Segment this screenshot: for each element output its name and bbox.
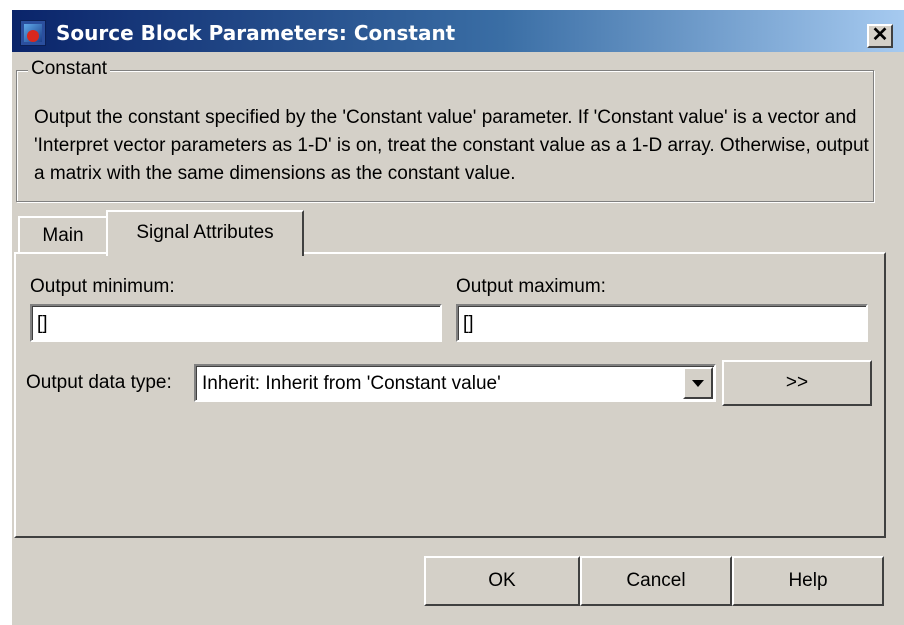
window-title: Source Block Parameters: Constant (56, 21, 456, 45)
dropdown-button[interactable] (683, 367, 713, 399)
simulink-block-icon (20, 20, 46, 46)
block-description: Output the constant specified by the 'Co… (34, 107, 869, 184)
ok-button[interactable]: OK (424, 556, 580, 606)
tab-signal-attributes-label: Signal Attributes (136, 222, 274, 243)
output-maximum-label: Output maximum: (456, 276, 606, 297)
close-button[interactable]: ✕ (867, 24, 893, 48)
output-data-type-select[interactable]: Inherit: Inherit from 'Constant value' (194, 364, 716, 402)
output-minimum-field[interactable]: [] (30, 304, 442, 342)
icon-dot (27, 30, 39, 42)
tab-signal-attributes[interactable]: Signal Attributes (106, 210, 304, 256)
help-button[interactable]: Help (732, 556, 884, 606)
group-title: Constant (28, 58, 111, 80)
chevron-down-icon (692, 380, 704, 387)
title-bar[interactable]: Source Block Parameters: Constant ✕ (12, 10, 904, 52)
output-maximum-field[interactable]: [] (456, 304, 868, 342)
close-icon: ✕ (871, 24, 889, 46)
tab-main-label: Main (42, 225, 84, 246)
output-data-type-label: Output data type: (26, 372, 172, 393)
output-data-type-value: Inherit: Inherit from 'Constant value' (202, 373, 501, 394)
cancel-button[interactable]: Cancel (580, 556, 732, 606)
output-minimum-label: Output minimum: (30, 276, 175, 297)
data-type-assistant-button[interactable]: >> (722, 360, 872, 406)
tab-main[interactable]: Main (18, 216, 108, 252)
